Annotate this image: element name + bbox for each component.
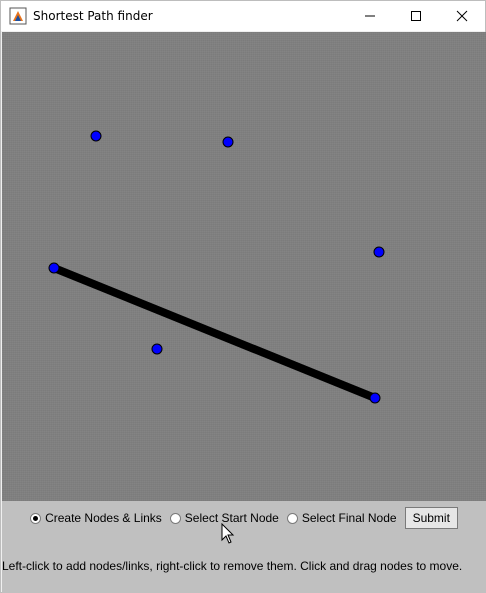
graph-canvas[interactable] [2, 32, 486, 501]
window-controls [347, 1, 485, 31]
close-icon [456, 10, 468, 22]
app-window: Shortest Path finder Create Nodes & Link… [0, 0, 486, 593]
radio-dot [33, 515, 39, 521]
graph-node[interactable] [373, 246, 385, 258]
minimize-icon [365, 15, 375, 17]
radio-button-selected[interactable] [30, 512, 42, 524]
graph-node[interactable] [151, 343, 163, 355]
mode-label: Select Final Node [301, 511, 397, 525]
graph-drawing [48, 130, 385, 404]
radio-button[interactable] [286, 512, 298, 524]
mode-create-nodes-links[interactable]: Create Nodes & Links [30, 511, 162, 525]
graph-node[interactable] [48, 262, 60, 274]
mode-select-final-node[interactable]: Select Final Node [286, 511, 397, 525]
help-text: Left-click to add nodes/links, right-cli… [2, 559, 463, 573]
window-title: Shortest Path finder [33, 9, 153, 23]
close-button[interactable] [439, 1, 485, 31]
minimize-button[interactable] [347, 1, 393, 31]
java-app-icon [9, 7, 27, 25]
graph-node[interactable] [222, 136, 234, 148]
title-bar[interactable]: Shortest Path finder [1, 1, 485, 31]
radio-button[interactable] [169, 512, 181, 524]
graph-node[interactable] [369, 392, 381, 404]
mouse-cursor-icon [221, 523, 235, 544]
submit-button[interactable]: Submit [404, 507, 458, 529]
mode-selector: Create Nodes & Links Select Start Node S… [2, 506, 486, 530]
control-panel: Create Nodes & Links Select Start Node S… [2, 501, 486, 593]
graph-node[interactable] [90, 130, 102, 142]
maximize-button[interactable] [393, 1, 439, 31]
graph-link[interactable] [52, 264, 377, 402]
mode-label: Create Nodes & Links [45, 511, 162, 525]
maximize-icon [411, 11, 421, 21]
